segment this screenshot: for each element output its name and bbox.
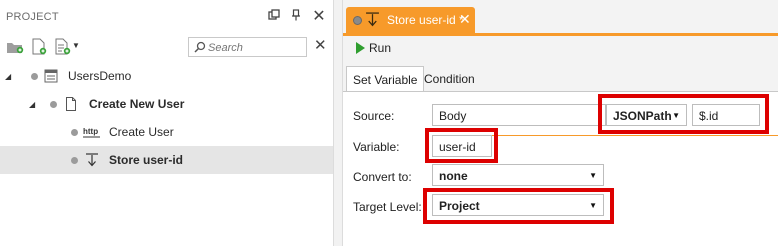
status-dot-icon xyxy=(353,16,362,25)
tree-item-label: Create New User xyxy=(89,97,185,111)
add-menu-dropdown-icon[interactable]: ▼ xyxy=(72,41,80,50)
project-panel: PROJECT ✕ ▼ ✕ ◢ xyxy=(0,0,333,246)
editor-panel: Store user-id * ✕ Run Set Variable Condi… xyxy=(343,0,778,246)
variable-input[interactable]: user-id xyxy=(432,135,492,157)
run-button-label: Run xyxy=(369,41,392,55)
path-expression-input[interactable]: $.id xyxy=(692,104,760,126)
run-button[interactable]: Run xyxy=(352,38,412,58)
collapse-icon[interactable]: ◢ xyxy=(5,72,11,81)
add-step-icon[interactable] xyxy=(54,38,72,56)
chevron-down-icon: ▼ xyxy=(589,201,597,210)
search-box xyxy=(188,37,307,57)
tab-condition[interactable]: Condition xyxy=(418,66,481,92)
status-dot-icon xyxy=(71,157,78,164)
add-document-icon[interactable] xyxy=(30,38,48,56)
tab-accent-strip xyxy=(343,33,778,36)
tree-item-create-user[interactable]: http Create User xyxy=(0,118,333,146)
status-dot-icon xyxy=(31,73,38,80)
store-arrow-icon xyxy=(365,12,380,27)
path-type-value: JSONPath xyxy=(613,109,672,123)
http-icon-text: http xyxy=(83,127,98,136)
status-dot-icon xyxy=(50,101,57,108)
play-icon xyxy=(356,42,365,54)
tree-item-label: Create User xyxy=(109,125,174,139)
close-panel-icon[interactable]: ✕ xyxy=(311,9,327,25)
collapse-icon[interactable]: ◢ xyxy=(29,100,35,109)
clear-search-icon[interactable]: ✕ xyxy=(314,38,327,54)
convert-to-label: Convert to: xyxy=(353,170,412,184)
set-variable-form: Source: Body JSONPath ▼ $.id Variable: u… xyxy=(343,91,778,246)
close-tab-icon[interactable]: ✕ xyxy=(459,11,471,27)
tree-item-usersdemo[interactable]: ◢ UsersDemo xyxy=(0,62,333,90)
add-folder-icon[interactable] xyxy=(6,38,24,56)
document-tab[interactable]: Store user-id * ✕ xyxy=(346,7,475,33)
variable-value: user-id xyxy=(439,140,476,154)
project-panel-title: PROJECT xyxy=(6,11,59,23)
search-icon xyxy=(194,41,206,53)
tab-set-variable[interactable]: Set Variable xyxy=(346,66,425,92)
convert-to-select[interactable]: none ▼ xyxy=(432,164,604,186)
tree-item-label: UsersDemo xyxy=(68,69,132,83)
project-panel-header: PROJECT ✕ xyxy=(0,6,333,30)
chevron-down-icon: ▼ xyxy=(672,111,680,120)
convert-to-value: none xyxy=(439,169,468,183)
project-toolbar: ▼ ✕ xyxy=(0,34,333,60)
tree-item-label: Store user-id xyxy=(109,153,184,167)
tree-item-store-user-id[interactable]: Store user-id xyxy=(0,146,333,174)
variable-label: Variable: xyxy=(353,140,400,154)
project-icon xyxy=(44,69,58,83)
float-window-icon[interactable] xyxy=(266,9,282,25)
store-arrow-icon xyxy=(85,153,99,167)
source-select-value: Body xyxy=(439,109,467,123)
target-level-select[interactable]: Project ▼ xyxy=(432,194,604,216)
target-level-label: Target Level: xyxy=(353,200,422,214)
tree-item-create-new-user[interactable]: ◢ Create New User xyxy=(0,90,333,118)
search-input[interactable] xyxy=(208,40,304,55)
chevron-down-icon: ▼ xyxy=(589,171,597,180)
path-type-select[interactable]: JSONPath ▼ xyxy=(606,104,687,126)
document-tab-title: Store user-id * xyxy=(387,13,464,27)
panel-splitter[interactable] xyxy=(333,0,343,246)
source-label: Source: xyxy=(353,109,395,123)
status-dot-icon xyxy=(71,129,78,136)
page-icon xyxy=(64,97,78,111)
path-expression-value: $.id xyxy=(699,109,719,123)
pin-icon[interactable] xyxy=(288,9,304,25)
target-level-value: Project xyxy=(439,199,480,213)
http-icon: http xyxy=(83,125,101,139)
source-select[interactable]: Body xyxy=(432,104,606,126)
